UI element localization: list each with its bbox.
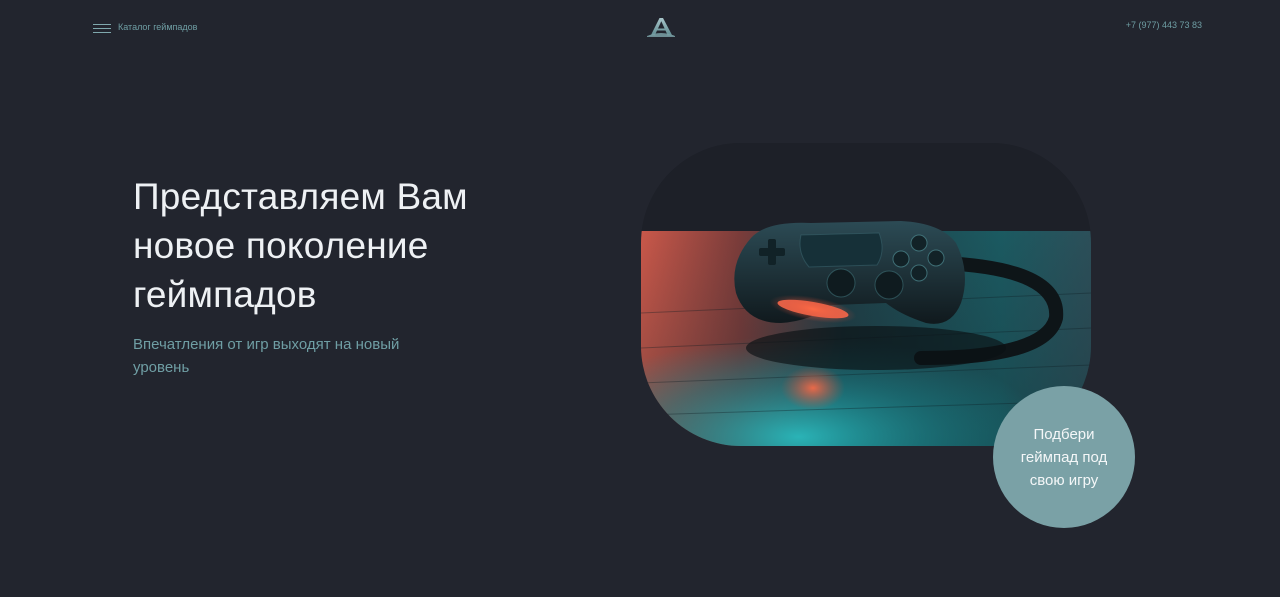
hero-subtitle: Впечатления от игр выходят на новый уров… (133, 336, 400, 376)
hero-title: Представляем Вам новое поколение геймпад… (133, 176, 468, 315)
triangle-a-logo-icon[interactable] (645, 16, 677, 38)
header: Каталог геймпадов +7 (977) 443 73 83 (0, 0, 1280, 52)
pick-gamepad-button[interactable]: Подбери геймпад под свою игру (993, 386, 1135, 528)
phone-number-link[interactable]: +7 (977) 443 73 83 (1126, 20, 1202, 30)
pick-gamepad-label[interactable]: Подбери геймпад под свою игру (1014, 423, 1114, 492)
catalog-menu-button[interactable]: Каталог геймпадов (93, 19, 197, 35)
catalog-link-label[interactable]: Каталог геймпадов (118, 22, 197, 32)
hamburger-menu-icon[interactable] (93, 22, 111, 35)
